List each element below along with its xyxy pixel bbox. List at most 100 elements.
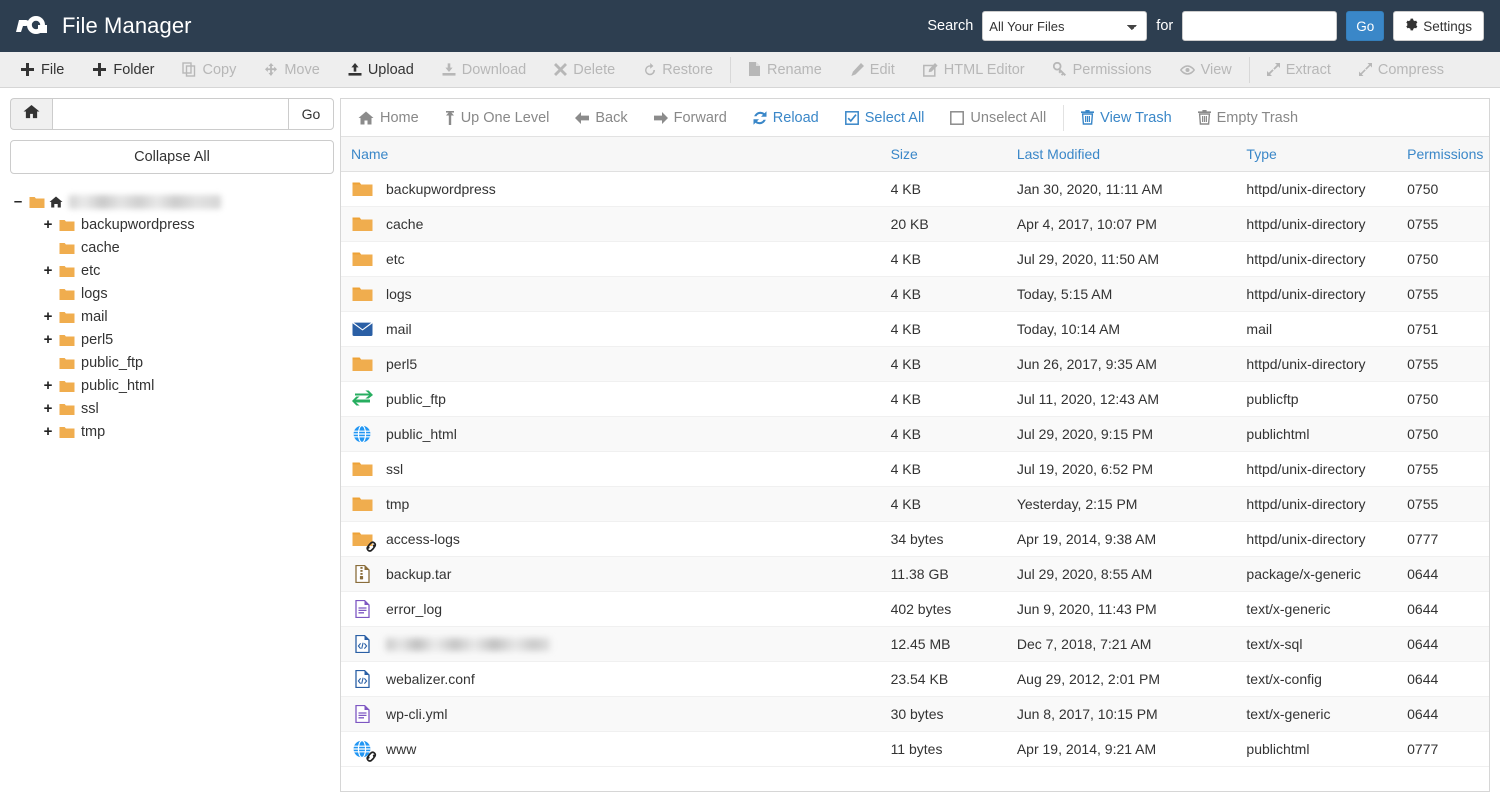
- table-row[interactable]: public_ftp 4 KB Jul 11, 2020, 12:43 AM publ…: [341, 381, 1489, 417]
- path-go-button[interactable]: Go: [288, 98, 334, 130]
- table-row[interactable]: access-logs 34 bytes Apr 19, 2014, 9:38 AM…: [341, 521, 1489, 557]
- cell-name: cache: [341, 206, 881, 242]
- nav-up-one-level-button[interactable]: Up One Level: [432, 99, 563, 137]
- cpanel-logo-icon: [16, 11, 50, 41]
- tree-item-logs[interactable]: logs: [10, 282, 334, 305]
- extract-icon: [1266, 63, 1280, 76]
- cell-modified: Dec 7, 2018, 7:21 AM: [1006, 626, 1237, 662]
- cell-permissions: 0644: [1397, 661, 1489, 697]
- table-row[interactable]: backup.tar 11.38 GB Jul 29, 2020, 8:55 AM p…: [341, 556, 1489, 592]
- cell-modified: Apr 4, 2017, 10:07 PM: [1006, 206, 1237, 242]
- expand-toggle-icon[interactable]: +: [40, 423, 56, 440]
- toolbar-item-label: Permissions: [1072, 61, 1152, 78]
- file-name[interactable]: ssl: [386, 461, 403, 477]
- table-row[interactable]: logs 4 KB Today, 5:15 AM httpd/unix-directo…: [341, 276, 1489, 312]
- folder-icon: [351, 354, 373, 374]
- file-name[interactable]: wp-cli.yml: [386, 706, 447, 722]
- expand-toggle-icon[interactable]: +: [40, 377, 56, 394]
- file-name[interactable]: public_html: [386, 426, 457, 442]
- home-icon: [49, 196, 63, 208]
- table-row[interactable]: mail 4 KB Today, 10:14 AM mail 0751: [341, 311, 1489, 347]
- nav-forward-button[interactable]: Forward: [641, 99, 740, 137]
- expand-toggle-icon[interactable]: +: [40, 262, 56, 279]
- file-name[interactable]: etc: [386, 251, 405, 267]
- file-name[interactable]: webalizer.conf: [386, 671, 475, 687]
- column-header-size[interactable]: Size: [880, 137, 1007, 172]
- symlink-badge-icon: [365, 750, 378, 763]
- nav-back-button[interactable]: Back: [562, 99, 640, 137]
- table-row[interactable]: perl5 4 KB Jun 26, 2017, 9:35 AM httpd/unix…: [341, 346, 1489, 382]
- table-row[interactable]: cache 20 KB Apr 4, 2017, 10:07 PM httpd/uni…: [341, 206, 1489, 242]
- expand-toggle-icon[interactable]: +: [40, 400, 56, 417]
- cell-size: 402 bytes: [880, 591, 1007, 627]
- table-row[interactable]: wp-cli.yml 30 bytes Jun 8, 2017, 10:15 PM t…: [341, 696, 1489, 732]
- column-header-permissions[interactable]: Permissions: [1397, 137, 1489, 172]
- expand-toggle-icon[interactable]: +: [40, 308, 56, 325]
- column-header-type[interactable]: Type: [1236, 137, 1398, 172]
- collapse-toggle-icon[interactable]: –: [10, 193, 26, 210]
- search-scope-select[interactable]: All Your Files: [982, 11, 1148, 41]
- search-go-button[interactable]: Go: [1346, 11, 1385, 41]
- column-header-modified[interactable]: Last Modified: [1006, 137, 1237, 172]
- table-row[interactable]: webalizer.conf 23.54 KB Aug 29, 2012, 2:01…: [341, 661, 1489, 697]
- tree-item-root[interactable]: –: [10, 190, 334, 213]
- tree-item-perl5[interactable]: + perl5: [10, 328, 334, 351]
- file-name[interactable]: tmp: [386, 496, 409, 512]
- toolbar-extract-button: Extract: [1253, 52, 1345, 88]
- file-name[interactable]: public_ftp: [386, 391, 446, 407]
- toolbar-upload-button[interactable]: Upload: [334, 52, 428, 88]
- file-name[interactable]: cache: [386, 216, 423, 232]
- cell-modified: Jan 30, 2020, 11:11 AM: [1006, 171, 1237, 207]
- tree-item-public_ftp[interactable]: public_ftp: [10, 351, 334, 374]
- table-row[interactable]: 12.45 MB Dec 7, 2018, 7:21 AM text/x-sql 06…: [341, 626, 1489, 662]
- toolbar-item-label: Rename: [766, 61, 822, 78]
- nav-select-all-button[interactable]: Select All: [832, 99, 938, 137]
- table-row[interactable]: etc 4 KB Jul 29, 2020, 11:50 AM httpd/unix-…: [341, 241, 1489, 277]
- table-row[interactable]: backupwordpress 4 KB Jan 30, 2020, 11:11 A…: [341, 171, 1489, 207]
- table-row[interactable]: www 11 bytes Apr 19, 2014, 9:21 AM publicht…: [341, 731, 1489, 767]
- toolbar-folder-button[interactable]: Folder: [78, 52, 168, 88]
- path-home-button[interactable]: [10, 98, 52, 130]
- collapse-all-button[interactable]: Collapse All: [10, 140, 334, 174]
- toolbar-permissions-button: Permissions: [1039, 52, 1166, 88]
- tree-item-ssl[interactable]: + ssl: [10, 397, 334, 420]
- file-name[interactable]: access-logs: [386, 531, 460, 547]
- file-name[interactable]: logs: [386, 286, 412, 302]
- html-editor-icon: [922, 62, 938, 77]
- file-name[interactable]: backup.tar: [386, 566, 451, 582]
- file-name[interactable]: www: [386, 741, 416, 757]
- tree-item-tmp[interactable]: + tmp: [10, 420, 334, 443]
- path-input[interactable]: [52, 98, 288, 130]
- table-row[interactable]: tmp 4 KB Yesterday, 2:15 PM httpd/unix-dire…: [341, 486, 1489, 522]
- tree-item-label: ssl: [81, 400, 99, 417]
- settings-button[interactable]: Settings: [1393, 11, 1484, 41]
- tree-item-mail[interactable]: + mail: [10, 305, 334, 328]
- search-input[interactable]: [1182, 11, 1338, 41]
- toolbar-view-button: View: [1166, 52, 1246, 88]
- cell-name: mail: [341, 311, 881, 347]
- nav-home-button[interactable]: Home: [345, 99, 432, 137]
- file-name[interactable]: perl5: [386, 356, 417, 372]
- cell-permissions: 0751: [1397, 311, 1489, 347]
- cell-permissions: 0755: [1397, 486, 1489, 522]
- table-row[interactable]: ssl 4 KB Jul 19, 2020, 6:52 PM httpd/unix-d…: [341, 451, 1489, 487]
- file-name[interactable]: backupwordpress: [386, 181, 496, 197]
- table-row[interactable]: error_log 402 bytes Jun 9, 2020, 11:43 PM t…: [341, 591, 1489, 627]
- tree-item-etc[interactable]: + etc: [10, 259, 334, 282]
- expand-toggle-icon[interactable]: +: [40, 216, 56, 233]
- expand-toggle-icon[interactable]: +: [40, 331, 56, 348]
- column-header-name[interactable]: Name: [341, 137, 881, 172]
- nav-reload-button[interactable]: Reload: [740, 99, 832, 137]
- nav-empty-trash-button[interactable]: Empty Trash: [1185, 99, 1311, 137]
- file-name[interactable]: error_log: [386, 601, 442, 617]
- cell-name: backup.tar: [341, 556, 881, 592]
- tree-item-label: public_html: [81, 377, 155, 394]
- nav-unselect-all-button[interactable]: Unselect All: [937, 99, 1059, 137]
- file-name[interactable]: mail: [386, 321, 412, 337]
- toolbar-file-button[interactable]: File: [6, 52, 78, 88]
- tree-item-backupwordpress[interactable]: + backupwordpress: [10, 213, 334, 236]
- tree-item-cache[interactable]: cache: [10, 236, 334, 259]
- table-row[interactable]: public_html 4 KB Jul 29, 2020, 9:15 PM publ…: [341, 416, 1489, 452]
- tree-item-public_html[interactable]: + public_html: [10, 374, 334, 397]
- nav-view-trash-button[interactable]: View Trash: [1068, 99, 1184, 137]
